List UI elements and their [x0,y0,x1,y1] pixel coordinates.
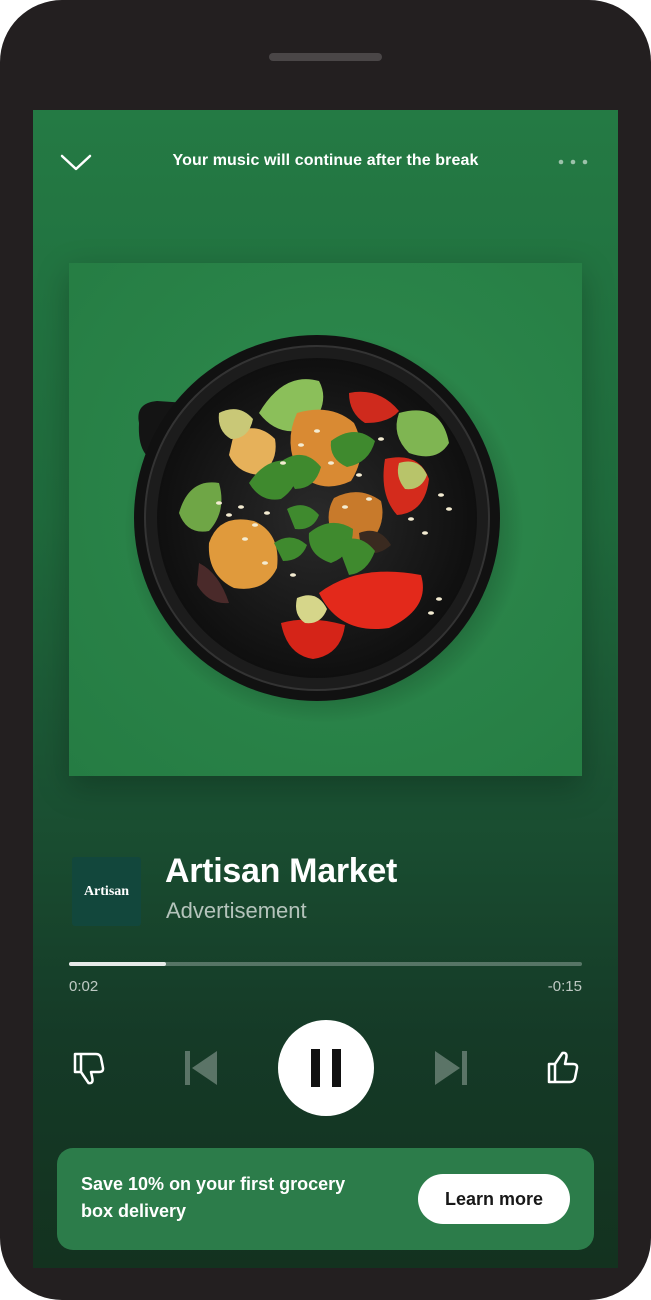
progress-bar[interactable] [69,962,582,966]
pause-button[interactable] [278,1020,374,1116]
brand-logo-text: Artisan [83,883,130,899]
thumbs-up-icon[interactable] [541,1046,585,1090]
elapsed-time: 0:02 [69,978,99,995]
cta-banner[interactable]: Save 10% on your first grocery box deliv… [57,1148,594,1250]
context-title: Your music will continue after the break [172,152,479,169]
ad-artwork [69,263,582,776]
thumbs-down-icon[interactable] [67,1046,111,1090]
cta-text: Save 10% on your first grocery box deliv… [81,1174,346,1221]
more-dots-icon[interactable] [556,150,590,174]
skip-next-icon[interactable] [431,1046,471,1090]
remaining-time: -0:15 [547,978,582,995]
brand-logo[interactable]: Artisan [72,857,141,926]
learn-more-button[interactable]: Learn more [418,1174,570,1224]
progress-fill [69,962,167,966]
skip-previous-icon[interactable] [181,1046,221,1090]
salad-bowl-image [124,333,524,723]
top-bar: Your music will continue after the break [33,140,618,184]
now-playing-screen: Your music will continue after the break [33,110,618,1268]
phone-speaker [269,53,382,61]
track-subtitle: Advertisement [166,898,307,923]
phone-frame: Your music will continue after the break [0,0,651,1300]
pause-icon [311,1049,341,1087]
track-title[interactable]: Artisan Market [165,852,397,891]
chevron-down-icon[interactable] [59,150,93,174]
